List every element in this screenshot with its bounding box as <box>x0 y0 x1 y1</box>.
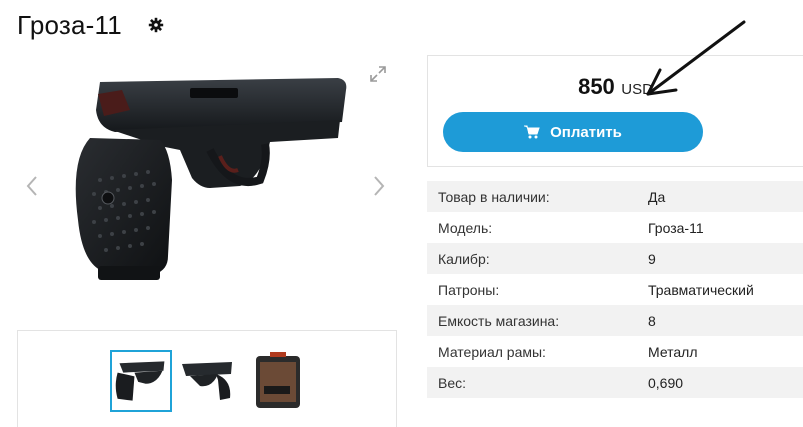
spec-label: Емкость магазина: <box>438 312 560 329</box>
expand-icon[interactable] <box>368 64 388 84</box>
thumbnail-3[interactable] <box>246 350 308 412</box>
spec-row: Калибр: 9 <box>427 243 803 274</box>
spec-value: Травматический <box>648 281 754 298</box>
spec-value: 9 <box>648 250 656 267</box>
spec-label: Модель: <box>438 219 493 236</box>
page-title: Гроза-11 <box>17 10 122 40</box>
chevron-left-icon[interactable] <box>24 174 40 198</box>
spec-row: Патроны: Травматический <box>427 274 803 305</box>
spec-label: Товар в наличии: <box>438 188 550 205</box>
thumbnail-1[interactable] <box>110 350 172 412</box>
gear-icon[interactable] <box>148 17 164 33</box>
spec-value: Гроза-11 <box>648 219 704 236</box>
spec-row: Товар в наличии: Да <box>427 181 803 212</box>
spec-value: 0,690 <box>648 374 684 391</box>
pay-button-label: Оплатить <box>550 123 622 141</box>
thumbnail-2[interactable] <box>176 350 238 412</box>
annotation-arrow-icon <box>646 20 746 96</box>
spec-row: Материал рамы: Металл <box>427 336 803 367</box>
spec-row: Емкость магазина: 8 <box>427 305 803 336</box>
thumbnail-strip <box>17 330 397 427</box>
spec-value: Да <box>648 188 666 205</box>
pay-button[interactable]: Оплатить <box>443 112 703 152</box>
specs-table: Товар в наличии: Да Модель: Гроза-11 Калиб… <box>427 181 803 398</box>
price-value: 850 <box>578 74 615 99</box>
cart-icon <box>524 125 540 139</box>
chevron-right-icon[interactable] <box>371 174 387 198</box>
spec-label: Патроны: <box>438 281 500 298</box>
product-main-image[interactable] <box>60 70 360 300</box>
spec-label: Вес: <box>438 374 467 391</box>
spec-row: Вес: 0,690 <box>427 367 803 398</box>
spec-label: Материал рамы: <box>438 343 546 360</box>
spec-row: Модель: Гроза-11 <box>427 212 803 243</box>
spec-value: Металл <box>648 343 698 360</box>
spec-value: 8 <box>648 312 656 329</box>
spec-label: Калибр: <box>438 250 490 267</box>
